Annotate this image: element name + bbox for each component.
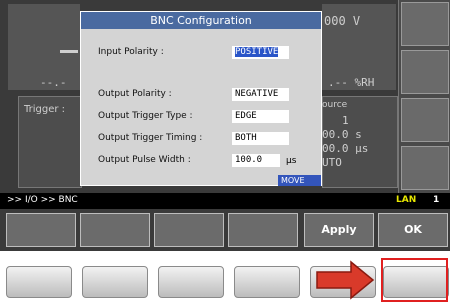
instrument-screen: 000 V --.- .-- %RH Trigger : ource 1 00.… xyxy=(0,0,450,251)
side-key-column xyxy=(398,0,450,193)
lan-number: 1 xyxy=(433,195,440,205)
dialog-title: BNC Configuration xyxy=(81,12,321,29)
output-polarity-label: Output Polarity : xyxy=(98,89,172,99)
breadcrumb: >> I/O >> BNC xyxy=(7,195,78,205)
hardware-key-2[interactable] xyxy=(82,266,148,298)
dash-marker xyxy=(60,50,78,53)
output-pulse-width-label: Output Pulse Width : xyxy=(98,155,191,165)
hardware-key-3[interactable] xyxy=(158,266,224,298)
trigger-label: Trigger : xyxy=(24,104,66,115)
lan-indicator: LAN xyxy=(396,195,417,205)
pulse-width-unit: µs xyxy=(286,156,297,166)
output-trigger-type-label: Output Trigger Type : xyxy=(98,111,193,121)
output-trigger-timing-label: Output Trigger Timing : xyxy=(98,133,203,143)
status-bar: >> I/O >> BNC LAN 1 xyxy=(0,193,450,209)
left-readout: --.- xyxy=(40,76,67,89)
softkey-3[interactable] xyxy=(154,213,224,247)
right-arrow-icon xyxy=(316,260,375,300)
humidity-readout: .-- %RH xyxy=(328,76,375,89)
softkey-4[interactable] xyxy=(228,213,298,247)
input-polarity-label: Input Polarity : xyxy=(98,47,164,57)
ok-button[interactable]: OK xyxy=(378,213,448,247)
source-line: 1 xyxy=(342,114,349,127)
source-line: 00.0 µs xyxy=(322,142,369,155)
hardware-key-1[interactable] xyxy=(6,266,72,298)
softkey-1[interactable] xyxy=(6,213,76,247)
softkey-bar: Apply OK xyxy=(0,209,450,251)
side-key[interactable] xyxy=(401,50,449,94)
side-key[interactable] xyxy=(401,2,449,46)
input-polarity-value: POSITIVE xyxy=(235,47,279,57)
highlight-box xyxy=(381,258,448,302)
source-line: UTO xyxy=(322,156,342,169)
source-line: 00.0 s xyxy=(322,128,362,141)
output-trigger-type-field[interactable]: EDGE xyxy=(232,110,289,123)
side-key[interactable] xyxy=(401,146,449,190)
hardware-key-4[interactable] xyxy=(234,266,300,298)
output-pulse-width-field[interactable]: 100.0 xyxy=(232,154,280,167)
voltage-readout: 000 V xyxy=(324,14,361,28)
bnc-configuration-dialog: BNC Configuration Input Polarity : POSIT… xyxy=(80,11,322,186)
softkey-2[interactable] xyxy=(80,213,150,247)
output-polarity-field[interactable]: NEGATIVE xyxy=(232,88,289,101)
apply-button[interactable]: Apply xyxy=(304,213,374,247)
source-label: ource xyxy=(322,100,348,110)
side-key[interactable] xyxy=(401,98,449,142)
input-polarity-field[interactable]: POSITIVE xyxy=(232,46,289,59)
move-indicator: MOVE xyxy=(278,175,321,186)
output-trigger-timing-field[interactable]: BOTH xyxy=(232,132,289,145)
